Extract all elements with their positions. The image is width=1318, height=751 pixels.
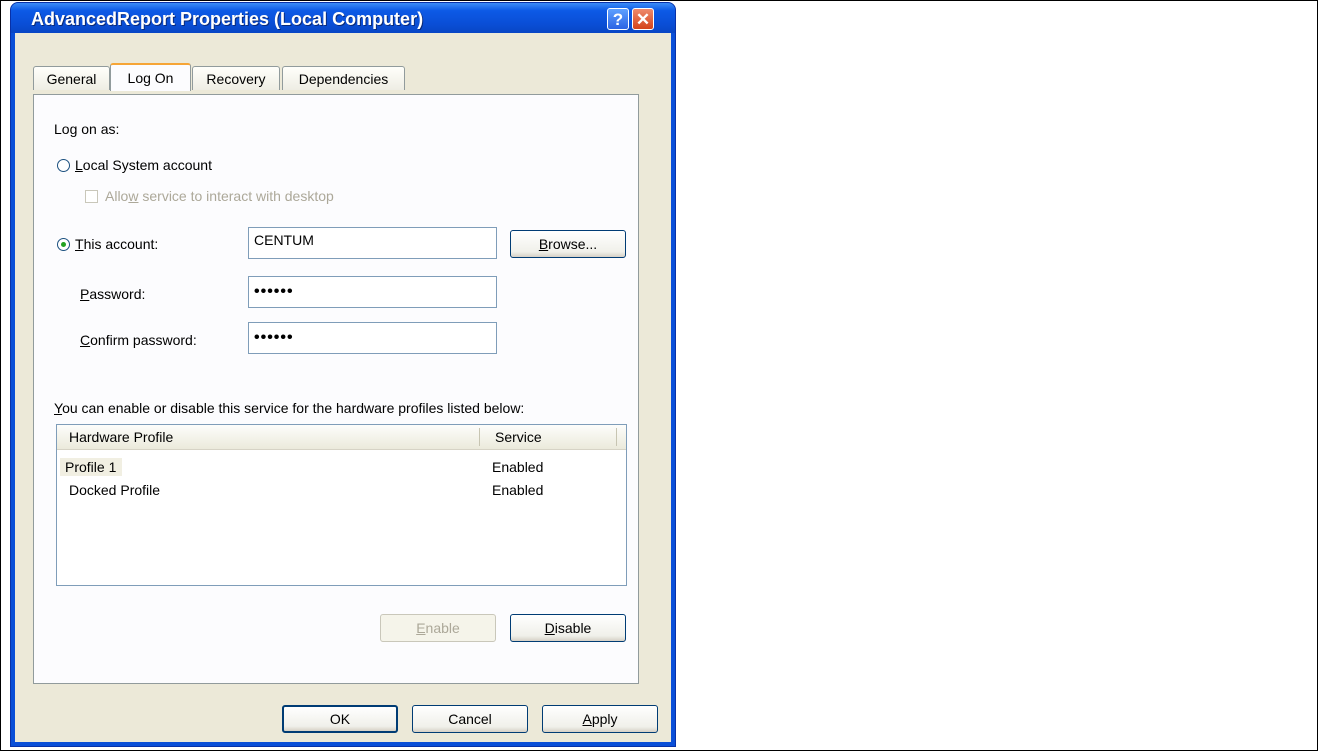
column-separator-end: [616, 428, 617, 446]
confirm-password-input[interactable]: ••••••: [248, 322, 497, 354]
password-text: assword:: [89, 286, 146, 302]
log-on-panel: [33, 94, 639, 684]
allow-interact-checkbox[interactable]: [85, 190, 98, 203]
confirm-password-value: ••••••: [254, 329, 294, 346]
local-system-text: ocal System account: [82, 157, 212, 173]
this-account-radio[interactable]: [57, 238, 70, 251]
account-input[interactable]: CENTUM: [248, 227, 497, 259]
apply-text: pply: [591, 711, 618, 727]
cancel-button[interactable]: Cancel: [412, 705, 528, 733]
local-system-radio[interactable]: [57, 159, 70, 172]
local-system-label[interactable]: Local System account: [75, 157, 212, 173]
service-state-cell: Enabled: [492, 482, 544, 498]
apply-accel: A: [582, 711, 592, 727]
enable-button[interactable]: Enable: [380, 614, 496, 642]
profiles-description: You can enable or disable this service f…: [54, 400, 524, 416]
ok-button[interactable]: OK: [282, 705, 398, 733]
profile-name-cell: Docked Profile: [69, 482, 161, 498]
column-hardware-profile-label: Hardware Profile: [69, 429, 174, 445]
allow-accel: w: [128, 188, 139, 204]
close-icon: ✕: [635, 10, 651, 29]
service-state-cell: Enabled: [492, 459, 544, 475]
tab-general[interactable]: General: [33, 66, 110, 90]
help-icon: ?: [612, 10, 624, 29]
this-account-text: his account:: [83, 236, 159, 252]
column-hardware-profile[interactable]: Hardware Profile: [57, 425, 477, 449]
allow-text-pre: Allo: [105, 188, 129, 204]
ok-label: OK: [329, 711, 351, 727]
browse-text: rowse...: [548, 236, 598, 252]
enable-accel: E: [416, 620, 426, 636]
disable-text: isable: [554, 620, 592, 636]
close-button[interactable]: ✕: [632, 8, 654, 30]
this-account-accel: T: [75, 236, 84, 252]
tab-recovery[interactable]: Recovery: [192, 66, 280, 90]
table-row[interactable]: Profile 1 Enabled: [57, 458, 626, 476]
tab-log-on-label: Log On: [127, 70, 174, 86]
tab-recovery-label: Recovery: [206, 71, 266, 87]
local-system-accel: L: [75, 157, 83, 173]
disable-accel: D: [544, 620, 555, 636]
hardware-profiles-list[interactable]: Hardware Profile Service Profile 1 Enabl…: [56, 424, 627, 586]
allow-interact-label: Allow service to interact with desktop: [105, 188, 334, 204]
table-row[interactable]: Docked Profile Enabled: [57, 481, 626, 499]
confirm-text: onfirm password:: [90, 332, 197, 348]
disable-button[interactable]: Disable: [510, 614, 626, 642]
profiles-description-text: ou can enable or disable this service fo…: [62, 400, 525, 416]
enable-text: nable: [425, 620, 460, 636]
column-service-label: Service: [495, 429, 542, 445]
radio-selected-dot: [61, 242, 66, 247]
browse-accel: B: [538, 236, 549, 252]
tab-dependencies-label: Dependencies: [298, 71, 389, 87]
title-bar[interactable]: AdvancedReport Properties (Local Compute…: [11, 3, 675, 33]
password-value: ••••••: [254, 283, 294, 300]
list-header: Hardware Profile Service: [57, 425, 626, 450]
password-accel: P: [80, 286, 90, 302]
tab-dependencies[interactable]: Dependencies: [282, 66, 405, 90]
apply-button[interactable]: Apply: [542, 705, 658, 733]
confirm-accel: C: [80, 332, 91, 348]
password-input[interactable]: ••••••: [248, 276, 497, 308]
window-title: AdvancedReport Properties (Local Compute…: [31, 9, 424, 29]
log-on-as-label: Log on as:: [54, 121, 120, 137]
tab-general-label: General: [46, 71, 97, 87]
confirm-password-label: Confirm password:: [80, 332, 197, 348]
browse-button[interactable]: Browse...: [510, 230, 626, 258]
profile-name-cell: Profile 1: [60, 458, 123, 476]
password-label: Password:: [80, 286, 145, 302]
column-service[interactable]: Service: [481, 425, 616, 449]
account-value: CENTUM: [254, 232, 314, 248]
this-account-label[interactable]: This account:: [75, 236, 158, 252]
column-separator[interactable]: [479, 428, 480, 446]
profiles-accel: Y: [54, 400, 63, 416]
tab-log-on[interactable]: Log On: [110, 63, 191, 91]
help-button[interactable]: ?: [607, 8, 629, 30]
cancel-label: Cancel: [448, 711, 492, 727]
allow-text-rest: service to interact with desktop: [138, 188, 334, 204]
